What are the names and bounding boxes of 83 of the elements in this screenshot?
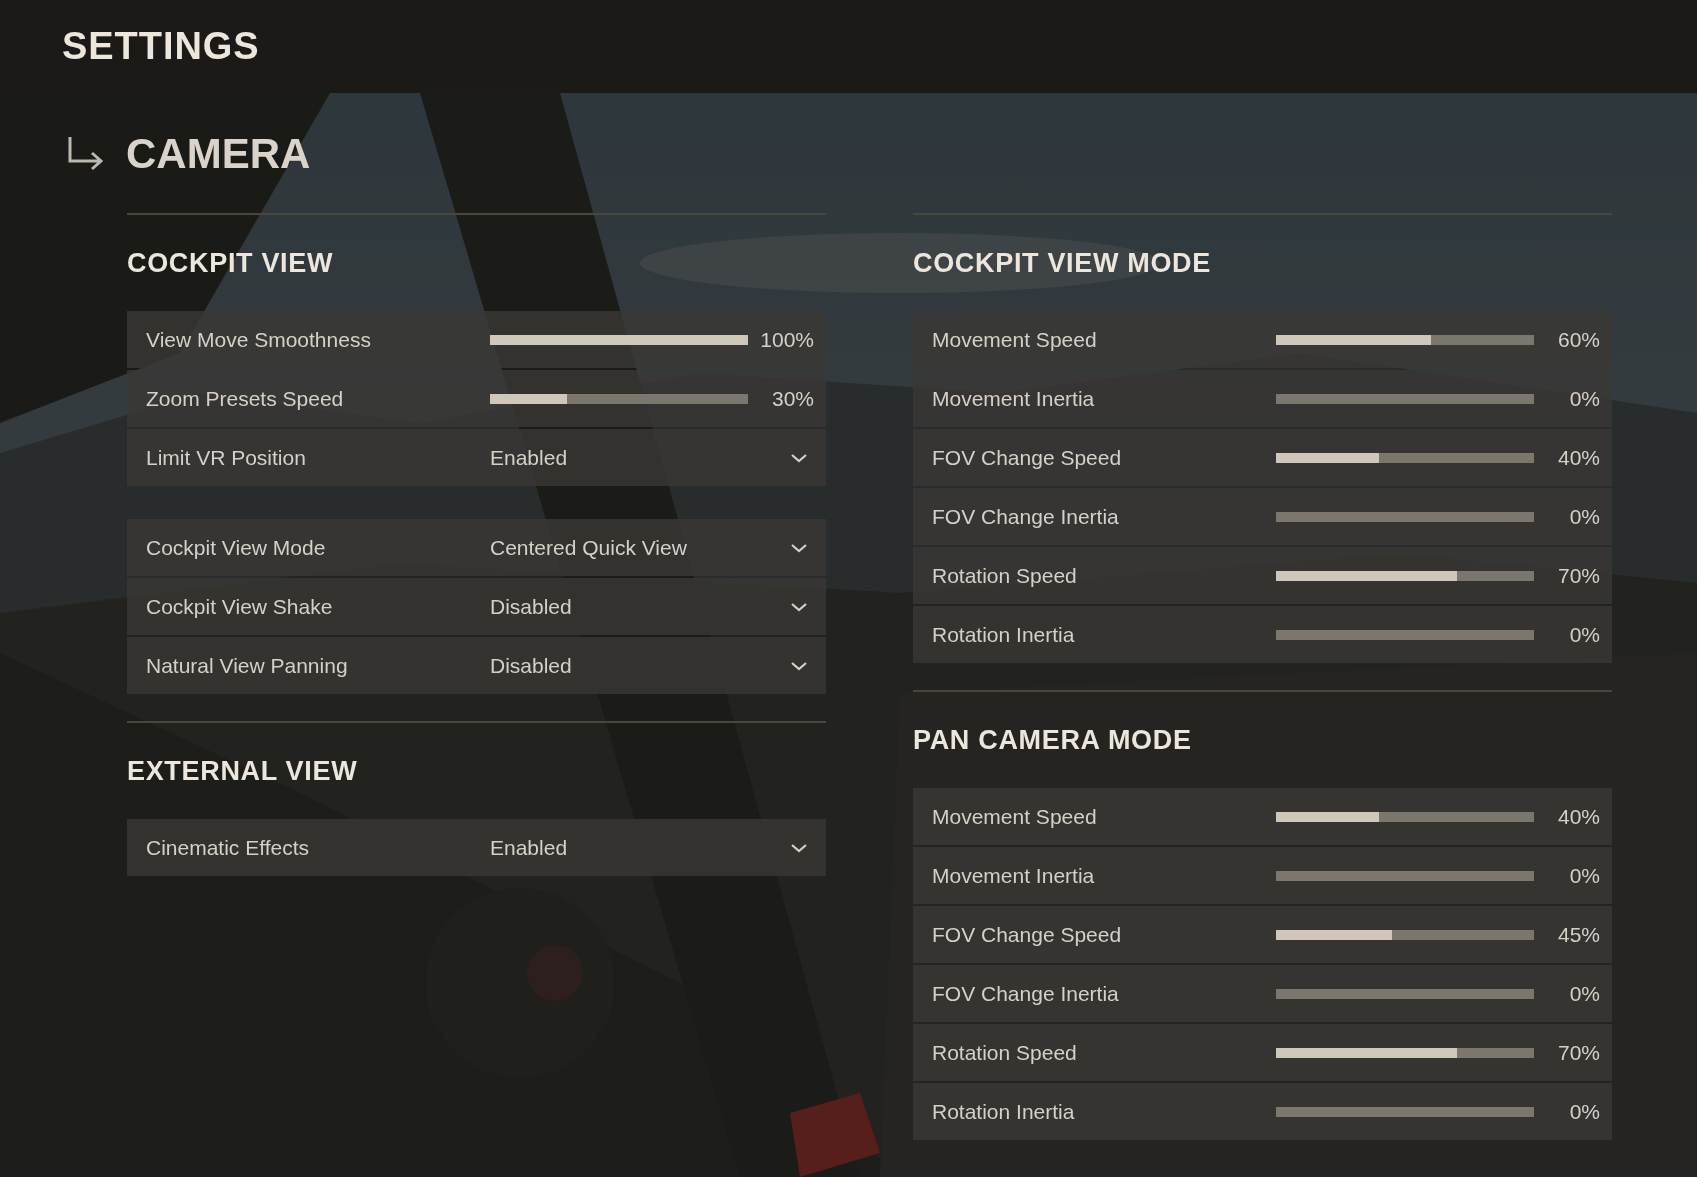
slider-value: 100% xyxy=(759,326,814,353)
setting-row[interactable]: Rotation Speed 70% xyxy=(913,1024,1612,1081)
dropdown-value: Enabled xyxy=(490,834,568,861)
setting-label: Natural View Panning xyxy=(146,652,349,679)
setting-label: Cockpit View Shake xyxy=(146,593,334,620)
setting-label: Movement Inertia xyxy=(932,862,1096,889)
slider-value: 60% xyxy=(1556,326,1600,353)
chevron-down-icon xyxy=(790,659,808,672)
setting-row[interactable]: Cockpit View Shake Disabled xyxy=(127,578,826,635)
setting-label: Zoom Presets Speed xyxy=(146,385,345,412)
setting-label: FOV Change Inertia xyxy=(932,980,1120,1007)
slider[interactable] xyxy=(1276,870,1534,881)
setting-label: Rotation Inertia xyxy=(932,1098,1076,1125)
slider[interactable] xyxy=(1276,1047,1534,1058)
slider-value: 70% xyxy=(1556,1039,1600,1066)
slider-value: 70% xyxy=(1556,562,1600,589)
setting-row[interactable]: View Move Smoothness 100% xyxy=(127,311,826,368)
setting-row[interactable]: Cinematic Effects Enabled xyxy=(127,819,826,876)
setting-row[interactable]: Zoom Presets Speed 30% xyxy=(127,370,826,427)
setting-row[interactable]: FOV Change Speed 40% xyxy=(913,429,1612,486)
slider-value: 0% xyxy=(1568,980,1600,1007)
section-title: CAMERA xyxy=(126,128,311,179)
chevron-down-icon xyxy=(790,541,808,554)
slider-value: 40% xyxy=(1556,444,1600,471)
slider[interactable] xyxy=(1276,988,1534,999)
setting-label: FOV Change Speed xyxy=(932,444,1123,471)
slider[interactable] xyxy=(1276,334,1534,345)
slider[interactable] xyxy=(1276,811,1534,822)
slider[interactable] xyxy=(1276,570,1534,581)
setting-row[interactable]: Movement Inertia 0% xyxy=(913,370,1612,427)
slider-value: 40% xyxy=(1556,803,1600,830)
setting-row[interactable]: Limit VR Position Enabled xyxy=(127,429,826,486)
group-title: EXTERNAL VIEW xyxy=(127,754,358,788)
group-title: PAN CAMERA MODE xyxy=(913,723,1192,757)
chevron-down-icon xyxy=(790,451,808,464)
group-title: COCKPIT VIEW xyxy=(127,246,334,280)
slider[interactable] xyxy=(1276,929,1534,940)
setting-label: Movement Speed xyxy=(932,326,1098,353)
setting-label: Rotation Inertia xyxy=(932,621,1076,648)
setting-row[interactable]: Movement Speed 60% xyxy=(913,311,1612,368)
setting-row[interactable]: Movement Speed 40% xyxy=(913,788,1612,845)
setting-row[interactable]: Cockpit View Mode Centered Quick View xyxy=(127,519,826,576)
setting-row[interactable]: FOV Change Speed 45% xyxy=(913,906,1612,963)
setting-label: Rotation Speed xyxy=(932,562,1078,589)
setting-row[interactable]: Rotation Speed 70% xyxy=(913,547,1612,604)
setting-row[interactable]: Movement Inertia 0% xyxy=(913,847,1612,904)
group-title: COCKPIT VIEW MODE xyxy=(913,246,1211,280)
setting-label: FOV Change Inertia xyxy=(932,503,1120,530)
setting-label: Limit VR Position xyxy=(146,444,307,471)
slider-value: 0% xyxy=(1568,503,1600,530)
setting-label: Cockpit View Mode xyxy=(146,534,327,561)
setting-row[interactable]: FOV Change Inertia 0% xyxy=(913,488,1612,545)
slider[interactable] xyxy=(1276,452,1534,463)
slider[interactable] xyxy=(490,393,748,404)
slider-value: 0% xyxy=(1568,385,1600,412)
dropdown-value: Disabled xyxy=(490,593,572,620)
dropdown-value: Enabled xyxy=(490,444,568,471)
return-arrow-icon xyxy=(66,135,106,171)
setting-label: Movement Speed xyxy=(932,803,1098,830)
slider[interactable] xyxy=(1276,393,1534,404)
setting-row[interactable]: Natural View Panning Disabled xyxy=(127,637,826,694)
setting-label: Rotation Speed xyxy=(932,1039,1078,1066)
slider-value: 0% xyxy=(1568,621,1600,648)
page-title: SETTINGS xyxy=(62,24,260,69)
setting-label: View Move Smoothness xyxy=(146,326,372,353)
slider[interactable] xyxy=(1276,629,1534,640)
slider-value: 0% xyxy=(1568,1098,1600,1125)
dropdown-value: Disabled xyxy=(490,652,572,679)
setting-label: FOV Change Speed xyxy=(932,921,1123,948)
dropdown-value: Centered Quick View xyxy=(490,534,687,561)
slider[interactable] xyxy=(490,334,748,345)
slider-value: 45% xyxy=(1556,921,1600,948)
slider-value: 30% xyxy=(770,385,814,412)
setting-row[interactable]: Rotation Inertia 0% xyxy=(913,1083,1612,1140)
setting-row[interactable]: Rotation Inertia 0% xyxy=(913,606,1612,663)
slider-value: 0% xyxy=(1568,862,1600,889)
setting-label: Cinematic Effects xyxy=(146,834,310,861)
slider[interactable] xyxy=(1276,1106,1534,1117)
setting-label: Movement Inertia xyxy=(932,385,1096,412)
slider[interactable] xyxy=(1276,511,1534,522)
setting-row[interactable]: FOV Change Inertia 0% xyxy=(913,965,1612,1022)
chevron-down-icon xyxy=(790,600,808,613)
chevron-down-icon xyxy=(790,841,808,854)
